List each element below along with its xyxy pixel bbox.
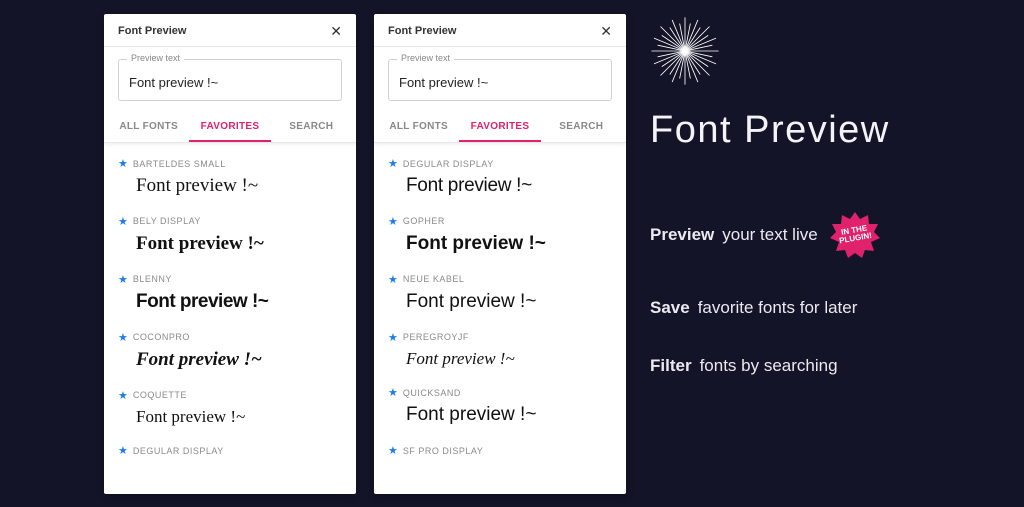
font-name-label: COCONPRO [133,332,190,342]
font-name-label: SF PRO DISPLAY [403,446,483,456]
font-item-header: ★ BARTELDES SMALL [118,157,342,170]
font-preview-panel-left: Font Preview ✕ Preview text ALL FONTS FA… [104,14,356,494]
font-sample-text: Font preview !~ [388,228,612,259]
font-list[interactable]: ★DEGULAR DISPLAYFont preview !~★GOPHERFo… [374,143,626,494]
font-item-header: ★ GOPHER [388,215,612,228]
font-item[interactable]: ★ DEGULAR DISPLAYFont preview !~ [374,149,626,207]
font-item-header: ★ BLENNY [118,273,342,286]
feature-bold: Save [650,298,690,318]
font-item[interactable]: ★ BLENNY Font preview !~ [104,265,356,323]
preview-text-label: Preview text [127,53,184,63]
feature-text: fonts by searching [700,356,838,376]
font-item-header: ★ COQUETTE [118,389,342,402]
font-item-header: ★ DEGULAR DISPLAY [388,157,612,170]
panel-title: Font Preview [118,25,186,37]
font-name-label: DEGULAR DISPLAY [133,446,224,456]
favorite-star-icon[interactable]: ★ [388,273,398,286]
font-name-label: DEGULAR DISPLAY [403,159,494,169]
feature-list: Preview your text live IN THEPLUGIN! Save … [650,210,890,376]
font-sample-text: Font preview !~ [118,402,342,431]
tabs: ALL FONTS FAVORITES SEARCH [374,111,626,143]
feature-bold: Preview [650,225,714,245]
tab-all-fonts[interactable]: ALL FONTS [378,111,459,142]
font-item[interactable]: ★ GOPHER Font preview !~ [374,207,626,265]
preview-text-input[interactable] [399,75,601,90]
font-sample-text: Font preview !~ [118,228,342,259]
font-item[interactable]: ★ DEGULAR DISPLAY [104,436,356,463]
font-name-label: BLENNY [133,274,172,284]
panel-title: Font Preview [388,25,456,37]
font-item-header: ★ COCONPRO [118,331,342,344]
font-sample-text: Font preview !~ [118,344,342,375]
font-sample-text: Font preview !~ [118,170,342,201]
favorite-star-icon[interactable]: ★ [118,331,128,344]
tabs: ALL FONTS FAVORITES SEARCH [104,111,356,143]
favorite-star-icon[interactable]: ★ [388,215,398,228]
font-sample-text: Font preview !~ [388,344,612,373]
font-item[interactable]: ★ BELY DISPLAY Font preview !~ [104,207,356,265]
font-name-label: COQUETTE [133,390,187,400]
preview-text-input[interactable] [129,75,331,90]
font-item[interactable]: ★ SF PRO DISPLAY [374,436,626,463]
feature-line: Save favorite fonts for later [650,298,890,318]
font-sample-text: Font preview !~ [118,286,342,317]
plugin-badge-icon: IN THEPLUGIN! [830,210,880,260]
font-name-label: GOPHER [403,216,445,226]
favorite-star-icon[interactable]: ★ [118,444,128,457]
font-item[interactable]: ★ COCONPRO Font preview !~ [104,323,356,381]
font-sample-text: Font preview !~ [388,399,612,430]
font-item-header: ★ DEGULAR DISPLAY [118,444,342,457]
favorite-star-icon[interactable]: ★ [388,331,398,344]
font-sample-text: Font preview !~ [388,286,612,317]
preview-text-label: Preview text [397,53,454,63]
font-list[interactable]: ★BARTELDES SMALLFont preview !~★BELY DIS… [104,143,356,494]
tab-all-fonts[interactable]: ALL FONTS [108,111,189,142]
font-item[interactable]: ★ PEREGROYJF Font preview !~ [374,323,626,379]
favorite-star-icon[interactable]: ★ [388,157,398,170]
font-name-label: PEREGROYJF [403,332,469,342]
panel-header: Font Preview ✕ [104,14,356,47]
favorite-star-icon[interactable]: ★ [388,444,398,457]
favorite-star-icon[interactable]: ★ [118,157,128,170]
close-icon[interactable]: ✕ [600,24,612,38]
font-item[interactable]: ★ COQUETTE Font preview !~ [104,381,356,437]
favorite-star-icon[interactable]: ★ [118,389,128,402]
tab-favorites[interactable]: FAVORITES [189,111,270,142]
font-name-label: QUICKSAND [403,388,461,398]
font-name-label: BARTELDES SMALL [133,159,226,169]
font-item-header: ★ NEUE KABEL [388,273,612,286]
font-item[interactable]: ★ BARTELDES SMALLFont preview !~ [104,149,356,207]
tab-search[interactable]: SEARCH [271,111,352,142]
font-sample-text: Font preview !~ [388,170,612,201]
preview-text-field[interactable]: Preview text [388,59,612,101]
font-name-label: BELY DISPLAY [133,216,201,226]
tab-favorites[interactable]: FAVORITES [459,111,540,142]
feature-bold: Filter [650,356,692,376]
preview-text-wrap: Preview text [104,47,356,111]
feature-line: Filter fonts by searching [650,356,890,376]
favorite-star-icon[interactable]: ★ [388,386,398,399]
font-item-header: ★ BELY DISPLAY [118,215,342,228]
favorite-star-icon[interactable]: ★ [118,215,128,228]
favorite-star-icon[interactable]: ★ [118,273,128,286]
font-item[interactable]: ★ QUICKSANDFont preview !~ [374,378,626,436]
feature-text: favorite fonts for later [698,298,858,318]
font-name-label: NEUE KABEL [403,274,465,284]
font-item-header: ★ PEREGROYJF [388,331,612,344]
tab-search[interactable]: SEARCH [541,111,622,142]
font-item[interactable]: ★ NEUE KABEL Font preview !~ [374,265,626,323]
marketing-section: Font Preview Preview your text live IN TH… [650,16,890,376]
starburst-icon [650,16,720,86]
marketing-headline: Font Preview [650,109,890,152]
font-preview-panel-right: Font Preview ✕ Preview text ALL FONTS FA… [374,14,626,494]
feature-line: Preview your text live IN THEPLUGIN! [650,210,890,260]
font-item-header: ★ QUICKSAND [388,386,612,399]
preview-text-wrap: Preview text [374,47,626,111]
font-item-header: ★ SF PRO DISPLAY [388,444,612,457]
feature-text: your text live [722,225,817,245]
panel-header: Font Preview ✕ [374,14,626,47]
preview-text-field[interactable]: Preview text [118,59,342,101]
close-icon[interactable]: ✕ [330,24,342,38]
